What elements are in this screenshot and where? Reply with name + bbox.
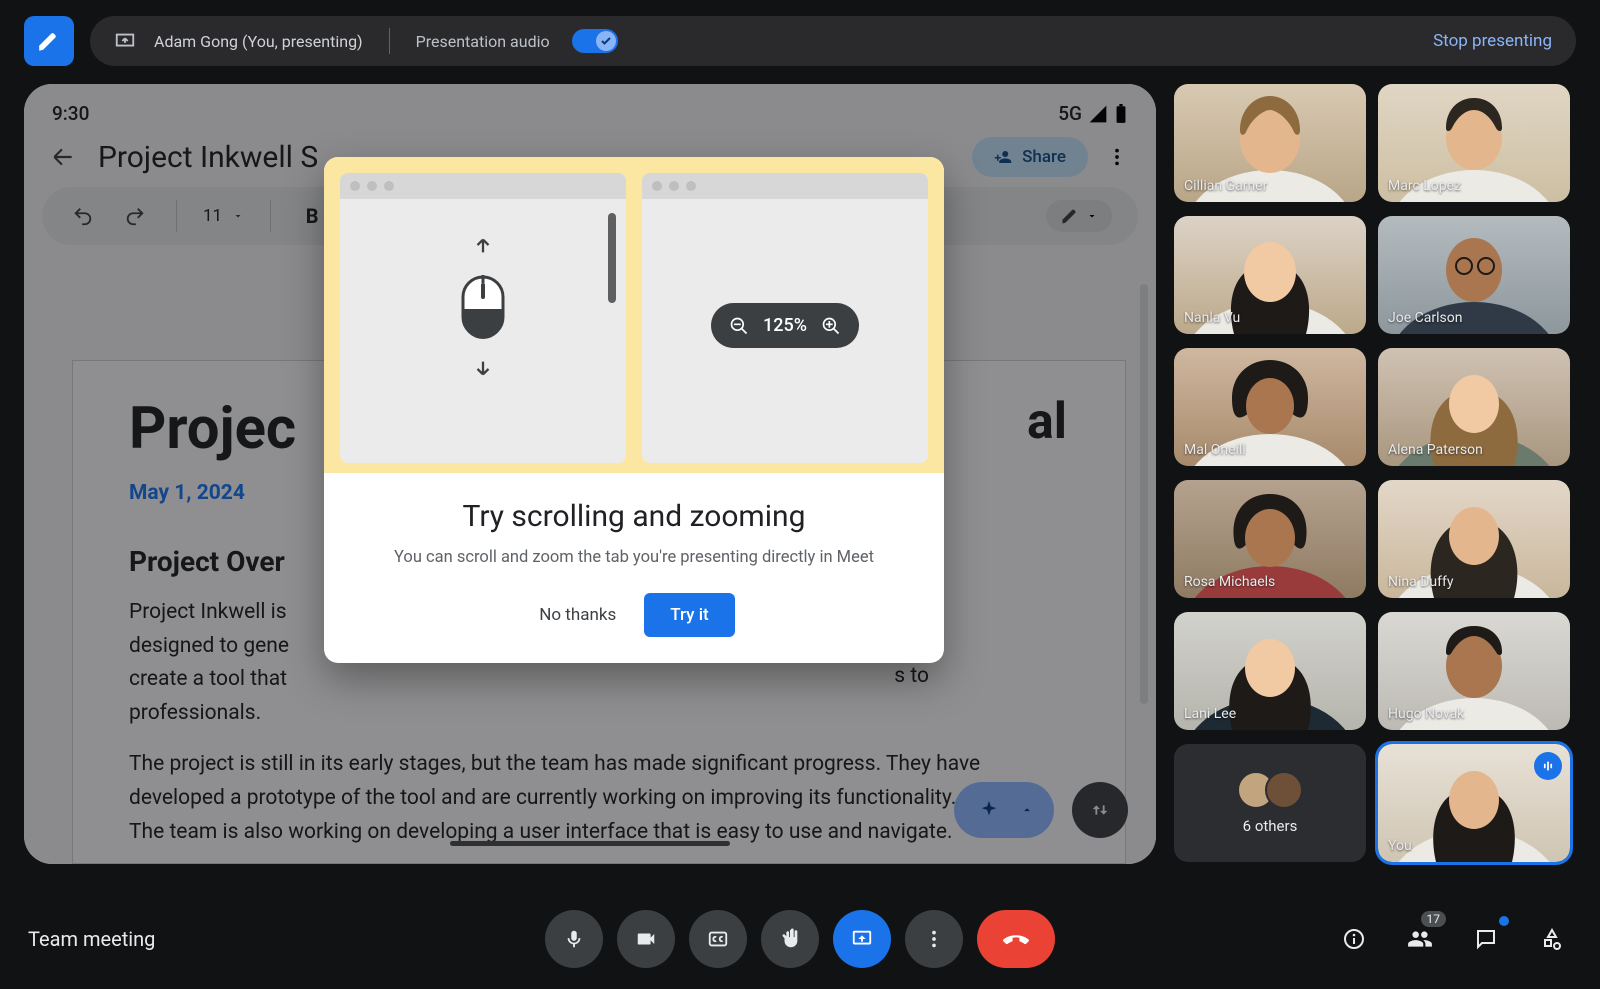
modal-title: Try scrolling and zooming: [354, 499, 914, 534]
participant-tile[interactable]: Lani Lee: [1174, 612, 1366, 730]
presenter-name: Adam Gong (You, presenting): [154, 32, 363, 51]
zoom-out-icon: [729, 316, 749, 336]
activities-button[interactable]: [1532, 919, 1572, 959]
others-tile[interactable]: 6 others: [1174, 744, 1366, 862]
raise-hand-button[interactable]: [761, 910, 819, 968]
participant-name: Alena Paterson: [1388, 442, 1483, 458]
others-label: 6 others: [1243, 817, 1298, 835]
participant-tile[interactable]: Hugo Novak: [1378, 612, 1570, 730]
people-count-badge: 17: [1421, 911, 1447, 927]
modal-hero: 125%: [324, 157, 944, 473]
more-icon: [923, 928, 945, 950]
participant-tile[interactable]: Alena Paterson: [1378, 348, 1570, 466]
call-end-icon: [1001, 924, 1031, 954]
present-to-all-icon: [114, 30, 136, 52]
participant-name: Mal Oneill: [1184, 442, 1246, 458]
arrow-down-icon: [472, 357, 494, 379]
participant-name: Hugo Novak: [1388, 706, 1464, 722]
presenting-bar: Adam Gong (You, presenting) Presentation…: [0, 0, 1600, 74]
participant-tile[interactable]: Mal Oneill: [1174, 348, 1366, 466]
zoom-value: 125%: [763, 315, 807, 336]
participant-name: Joe Carlson: [1388, 310, 1462, 326]
draw-icon: [36, 28, 62, 54]
shapes-icon: [1540, 927, 1564, 951]
participant-name: Nanla Vu: [1184, 310, 1240, 326]
leave-call-button[interactable]: [977, 910, 1055, 968]
modal-layer: 125% Try scrolling and zooming You can s…: [24, 84, 1156, 864]
right-controls: 17: [1334, 919, 1572, 959]
captions-button[interactable]: [689, 910, 747, 968]
shared-screen-panel[interactable]: 9:30 5G Project Inkwell S Share: [24, 84, 1156, 864]
notification-dot: [1499, 916, 1509, 926]
more-options-button[interactable]: [905, 910, 963, 968]
info-icon: [1342, 927, 1366, 951]
stop-presenting-button[interactable]: Stop presenting: [1433, 31, 1552, 51]
chat-icon: [1474, 927, 1498, 951]
others-avatars: [1237, 771, 1303, 809]
arrow-up-icon: [472, 235, 494, 257]
mic-icon: [563, 928, 585, 950]
speaking-indicator-icon: [1534, 752, 1562, 780]
chat-button[interactable]: [1466, 919, 1506, 959]
present-screen-button[interactable]: [833, 910, 891, 968]
participant-name: Marc Lopez: [1388, 178, 1461, 194]
hand-icon: [779, 928, 801, 950]
bottom-bar: Team meeting 17: [0, 889, 1600, 989]
camera-icon: [635, 928, 657, 950]
scrollbar-illustration: [608, 213, 616, 303]
meet-app-badge[interactable]: [24, 16, 74, 66]
scroll-zoom-modal: 125% Try scrolling and zooming You can s…: [324, 157, 944, 663]
presenter-info-pill: Adam Gong (You, presenting) Presentation…: [90, 16, 1576, 66]
zoom-in-icon: [821, 316, 841, 336]
self-label: You: [1388, 838, 1412, 854]
cc-icon: [707, 928, 729, 950]
self-tile[interactable]: You: [1378, 744, 1570, 862]
participant-tile[interactable]: Nanla Vu: [1174, 216, 1366, 334]
presentation-audio-toggle[interactable]: [572, 29, 618, 53]
participant-name: Cillian Garner: [1184, 178, 1267, 194]
try-it-button[interactable]: Try it: [644, 593, 734, 637]
modal-subtitle: You can scroll and zoom the tab you're p…: [354, 548, 914, 567]
separator: [389, 28, 390, 54]
toggle-knob: [596, 31, 616, 51]
people-icon: [1407, 926, 1433, 952]
participant-tile[interactable]: Cillian Garner: [1174, 84, 1366, 202]
participant-name: Nina Duffy: [1388, 574, 1453, 590]
people-button[interactable]: 17: [1400, 919, 1440, 959]
meeting-title: Team meeting: [28, 927, 155, 951]
presentation-audio-label: Presentation audio: [416, 32, 550, 51]
camera-button[interactable]: [617, 910, 675, 968]
participant-tile[interactable]: Nina Duffy: [1378, 480, 1570, 598]
no-thanks-button[interactable]: No thanks: [533, 593, 622, 637]
zoom-illustration: 125%: [642, 173, 928, 463]
participant-tile[interactable]: Rosa Michaels: [1174, 480, 1366, 598]
present-to-all-icon: [851, 928, 873, 950]
participant-grid: Cillian Garner Marc Lopez Nanla Vu Joe C…: [1174, 84, 1570, 864]
participant-tile[interactable]: Marc Lopez: [1378, 84, 1570, 202]
participant-name: Rosa Michaels: [1184, 574, 1275, 590]
mic-button[interactable]: [545, 910, 603, 968]
mouse-icon: [461, 275, 505, 339]
participant-name: Lani Lee: [1184, 706, 1236, 722]
meeting-details-button[interactable]: [1334, 919, 1374, 959]
scroll-illustration: [340, 173, 626, 463]
call-controls: [545, 910, 1055, 968]
avatar: [1265, 771, 1303, 809]
participant-tile[interactable]: Joe Carlson: [1378, 216, 1570, 334]
check-icon: [600, 35, 612, 47]
